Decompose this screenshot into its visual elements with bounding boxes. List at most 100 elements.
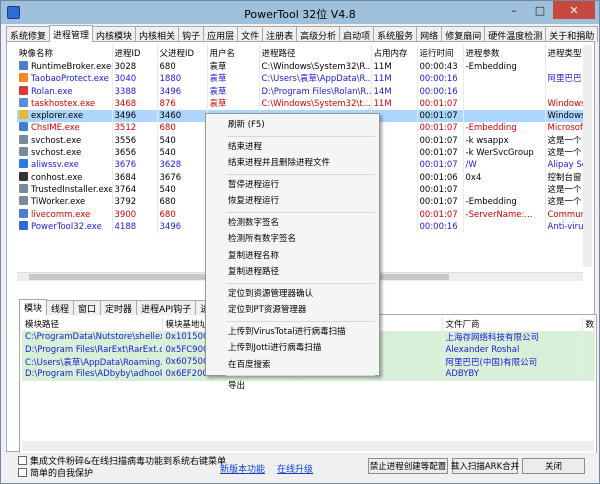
title-bar[interactable]: PowerTool 32位 V4.8 – □ ✕ xyxy=(1,1,599,24)
online-update-link[interactable]: 在线升级 xyxy=(277,462,313,475)
process-cell-name: aliwssv.exe xyxy=(17,159,113,172)
tab-11[interactable]: 网络 xyxy=(416,26,443,42)
maximize-button[interactable]: □ xyxy=(527,1,553,19)
self-protect-checkbox[interactable]: 简单的自我保护 xyxy=(18,466,93,479)
context-menu-item[interactable]: 复制进程路径 xyxy=(206,264,379,281)
context-menu-item[interactable]: 上传到VirusTotal进行病毒扫描 xyxy=(206,324,379,341)
tab-6[interactable]: 文件 xyxy=(237,26,264,42)
process-vertical-scrollbar[interactable] xyxy=(583,45,592,267)
tab-2[interactable]: 内核模块 xyxy=(92,26,137,42)
module-column-header[interactable]: 模块路径 xyxy=(22,317,163,331)
checkbox-label: 简单的自我保护 xyxy=(30,469,94,479)
process-cell-type: 这是一个 xyxy=(545,183,588,197)
detail-tab-4[interactable]: 进程API钩子 xyxy=(136,300,197,315)
close-app-button[interactable]: 关闭 xyxy=(522,458,585,474)
minimize-button[interactable]: – xyxy=(501,1,527,19)
load-ark-button[interactable]: 载入扫描ARK合并 xyxy=(451,458,519,474)
process-cell-name: Rolan.exe xyxy=(17,85,113,98)
tab-14[interactable]: 关于和捐助 xyxy=(545,26,599,42)
checkbox-box[interactable] xyxy=(18,468,27,477)
tab-7[interactable]: 注册表 xyxy=(262,26,298,42)
module-column-header[interactable]: 数字签名 xyxy=(582,317,595,331)
process-icon xyxy=(19,134,28,144)
process-cell-type xyxy=(545,85,588,98)
context-menu-item[interactable]: 定位到PT资源管理器 xyxy=(206,302,379,319)
detail-tab-1[interactable]: 线程 xyxy=(46,300,75,315)
context-menu-item[interactable]: 刷新 (F5) xyxy=(206,117,379,134)
process-cell-type: Alipay Se xyxy=(545,159,588,172)
process-column-header[interactable]: 进程参数 xyxy=(463,45,546,61)
process-column-header[interactable]: 父进程ID xyxy=(157,45,208,61)
process-cell-time: 00:01:07 xyxy=(417,183,464,197)
process-column-header[interactable]: 运行时间 xyxy=(417,45,464,61)
forbid-process-button[interactable]: 禁止进程创建等配置 xyxy=(368,458,448,474)
process-cell-name: TaobaoProtect.exe xyxy=(17,73,113,86)
process-column-header[interactable]: 占用内存 xyxy=(371,45,418,61)
context-menu-item[interactable]: 暂停进程运行 xyxy=(206,177,379,194)
process-cell-pid: 3792 xyxy=(112,196,158,209)
context-menu-item[interactable]: 恢复进程运行 xyxy=(206,193,379,210)
context-menu-item[interactable]: 上传到Jotti进行病毒扫描 xyxy=(206,340,379,357)
tab-8[interactable]: 高级分析 xyxy=(296,26,341,42)
tab-1[interactable]: 进程管理 xyxy=(49,25,94,42)
tab-3[interactable]: 内核相关 xyxy=(135,26,180,42)
tab-9[interactable]: 启动项 xyxy=(339,26,375,42)
menu-separator xyxy=(226,173,375,175)
context-menu-item[interactable]: 复制进程名称 xyxy=(206,248,379,265)
process-name: conhost.exe xyxy=(31,172,83,183)
detail-tab-0[interactable]: 模块 xyxy=(19,299,48,315)
module-cell xyxy=(582,343,595,356)
tab-13[interactable]: 硬件温度检测 xyxy=(484,26,547,42)
context-menu-item[interactable]: 检测数字签名 xyxy=(206,215,379,232)
module-cell-vendor: ADBYBY xyxy=(442,368,583,381)
new-features-link[interactable]: 新版本功能 xyxy=(220,462,265,475)
process-row[interactable]: Rolan.exe 3388 3496 袁草 D:\Program Files\Rola… xyxy=(17,85,588,98)
process-cell-args xyxy=(463,73,546,86)
context-menu-item[interactable]: 导出 xyxy=(206,378,379,395)
detail-tabs: 模块线程窗口定时器进程API钩子进程 xyxy=(19,299,224,315)
context-menu-item[interactable]: 检测所有数字签名 xyxy=(206,231,379,248)
process-column-header[interactable]: 进程ID xyxy=(112,45,158,61)
detail-tab-3[interactable]: 定时器 xyxy=(100,300,138,315)
process-cell-pid: 3028 xyxy=(112,61,158,74)
tab-4[interactable]: 钩子 xyxy=(178,26,205,42)
process-column-header[interactable]: 映像名称 xyxy=(17,45,113,61)
context-menu-item[interactable]: 在百度搜索 xyxy=(206,357,379,374)
process-name: svchost.exe xyxy=(31,135,82,146)
context-menu: 刷新 (F5) 结束进程 结束进程并且删除进程文件 暂停进程运行 恢复进程运行 检测数字签… xyxy=(205,113,380,391)
module-column-header[interactable]: 文件厂商 xyxy=(442,317,583,331)
process-cell-time: 00:01:07 xyxy=(417,97,464,111)
checkbox-box[interactable] xyxy=(18,456,27,465)
process-cell-time: 00:01:07 xyxy=(417,122,464,135)
context-menu-item[interactable]: 定位到资源管理器确认 xyxy=(206,286,379,303)
process-cell-time: 00:01:07 xyxy=(417,134,464,148)
process-icon xyxy=(19,122,28,132)
tab-12[interactable]: 修复扇间 xyxy=(441,26,486,42)
process-cell-ppid: 680 xyxy=(157,122,208,135)
menu-separator xyxy=(226,282,375,284)
process-name: Rolan.exe xyxy=(31,86,73,97)
detail-tab-2[interactable]: 窗口 xyxy=(73,300,102,315)
process-row[interactable]: TaobaoProtect.exe 3040 1880 袁草 C:\Users\袁草\A… xyxy=(17,73,588,86)
module-cell xyxy=(582,331,595,344)
module-horizontal-scrollbar[interactable] xyxy=(22,441,594,451)
module-cell-path: C:\Users\袁草\AppData\Roaming... xyxy=(22,355,163,369)
context-menu-item[interactable]: 结束进程 xyxy=(206,139,379,156)
process-cell-mem: 11M xyxy=(371,61,418,74)
process-column-header[interactable]: 进程路径 xyxy=(259,45,372,61)
close-button[interactable]: ✕ xyxy=(553,1,595,19)
tab-10[interactable]: 系统服务 xyxy=(373,26,418,42)
context-menu-item[interactable]: 结束进程并且删除进程文件 xyxy=(206,155,379,172)
process-row[interactable]: taskhostex.exe 3468 876 袁草 C:\Windows\System… xyxy=(17,97,588,111)
process-column-header[interactable]: 进程类型 xyxy=(545,45,588,61)
tab-5[interactable]: 应用层 xyxy=(203,26,239,42)
process-name: TiWorker.exe xyxy=(31,197,86,208)
process-cell-name: svchost.exe xyxy=(17,134,113,148)
process-cell-ppid: 1880 xyxy=(157,73,208,86)
process-icon xyxy=(19,147,28,157)
process-column-header[interactable]: 用户名 xyxy=(207,45,260,61)
process-cell-pid: 3512 xyxy=(112,122,158,135)
tab-0[interactable]: 系统修复 xyxy=(6,26,51,42)
process-row[interactable]: RuntimeBroker.exe 3028 680 袁草 C:\Windows\Sys… xyxy=(17,61,588,74)
process-cell-time: 00:01:07 xyxy=(417,147,464,160)
